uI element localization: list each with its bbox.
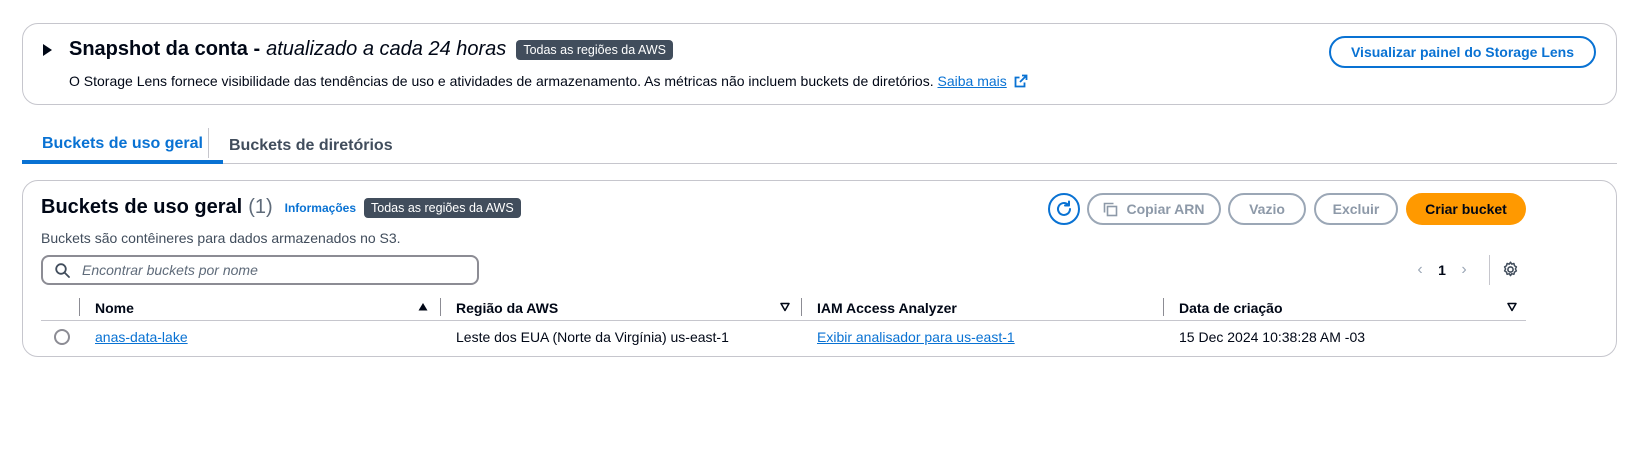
view-storage-lens-dashboard-button[interactable]: Visualizar painel do Storage Lens: [1328, 36, 1596, 68]
external-link-icon: [1014, 74, 1028, 88]
column-separator[interactable]: [440, 298, 441, 316]
column-header-iam-access-analyzer[interactable]: IAM Access Analyzer: [817, 295, 957, 321]
general-purpose-buckets-panel: Buckets de uso geral (1) Informações Tod…: [22, 180, 1617, 357]
column-header-name[interactable]: Nome: [95, 295, 134, 321]
bucket-creation-date: 15 Dec 2024 10:38:28 AM -03: [1179, 329, 1366, 345]
column-header-creation-date[interactable]: Data de criação: [1179, 295, 1283, 321]
search-icon: [55, 262, 70, 278]
copy-arn-label: Copiar ARN: [1126, 201, 1205, 217]
info-link[interactable]: Informações: [285, 201, 356, 215]
row-select-radio[interactable]: [54, 329, 70, 345]
view-analyzer-link[interactable]: Exibir analisador para us-east-1: [817, 322, 1015, 352]
column-separator: [79, 298, 80, 316]
tab-directory-buckets[interactable]: Buckets de diretórios: [229, 128, 393, 164]
bucket-type-tabs: Buckets de uso geral Buckets de diretóri…: [22, 128, 1617, 164]
table-row: anas-data-lake Leste dos EUA (Norte da V…: [41, 322, 1526, 352]
learn-more-link[interactable]: Saiba mais: [938, 73, 1007, 89]
bucket-count: (1): [248, 196, 273, 218]
expand-caret-icon[interactable]: [43, 44, 52, 56]
search-input[interactable]: [80, 261, 460, 279]
column-separator[interactable]: [801, 298, 802, 316]
delete-button[interactable]: Excluir: [1314, 193, 1398, 225]
account-snapshot-panel: Snapshot da conta - atualizado a cada 24…: [22, 23, 1617, 105]
column-header-region[interactable]: Região da AWS: [456, 295, 558, 321]
pagination-divider: [1489, 255, 1490, 285]
sort-ascending-icon[interactable]: [418, 302, 428, 312]
sort-unsorted-icon[interactable]: [1507, 302, 1517, 312]
snapshot-description-text: O Storage Lens fornece visibilidade das …: [69, 73, 934, 89]
create-bucket-button[interactable]: Criar bucket: [1406, 193, 1526, 225]
column-separator[interactable]: [1163, 298, 1164, 316]
snapshot-heading: Snapshot da conta - atualizado a cada 24…: [69, 38, 673, 61]
bucket-name-link[interactable]: anas-data-lake: [95, 322, 188, 352]
sort-unsorted-icon[interactable]: [780, 302, 790, 312]
buckets-description: Buckets são contêineres para dados armaz…: [41, 230, 401, 246]
gear-icon[interactable]: [1502, 261, 1519, 278]
region-badge: Todas as regiões da AWS: [516, 39, 673, 60]
snapshot-description: O Storage Lens fornece visibilidade das …: [69, 73, 1028, 89]
buckets-table-header: Nome Região da AWS IAM Access Analyzer D…: [41, 295, 1526, 321]
pagination: ‹ 1 ›: [1410, 258, 1474, 282]
empty-button[interactable]: Vazio: [1228, 193, 1306, 225]
region-badge: Todas as regiões da AWS: [364, 197, 521, 218]
previous-page-icon[interactable]: ‹: [1410, 261, 1430, 279]
tab-divider: [208, 128, 209, 158]
snapshot-title: Snapshot da conta -: [69, 38, 261, 60]
buckets-title: Buckets de uso geral: [41, 196, 243, 218]
bucket-region: Leste dos EUA (Norte da Virgínia) us-eas…: [456, 329, 729, 345]
current-page-number[interactable]: 1: [1430, 262, 1454, 278]
refresh-button[interactable]: [1048, 193, 1080, 225]
bucket-search: [41, 255, 479, 285]
snapshot-subtitle: atualizado a cada 24 horas: [266, 38, 507, 60]
tab-general-purpose-buckets[interactable]: Buckets de uso geral: [22, 128, 223, 164]
buckets-heading: Buckets de uso geral (1) Informações Tod…: [41, 196, 521, 219]
refresh-icon: [1057, 200, 1071, 216]
next-page-icon[interactable]: ›: [1454, 261, 1474, 279]
copy-icon: [1104, 202, 1118, 216]
copy-arn-button[interactable]: Copiar ARN: [1087, 193, 1221, 225]
